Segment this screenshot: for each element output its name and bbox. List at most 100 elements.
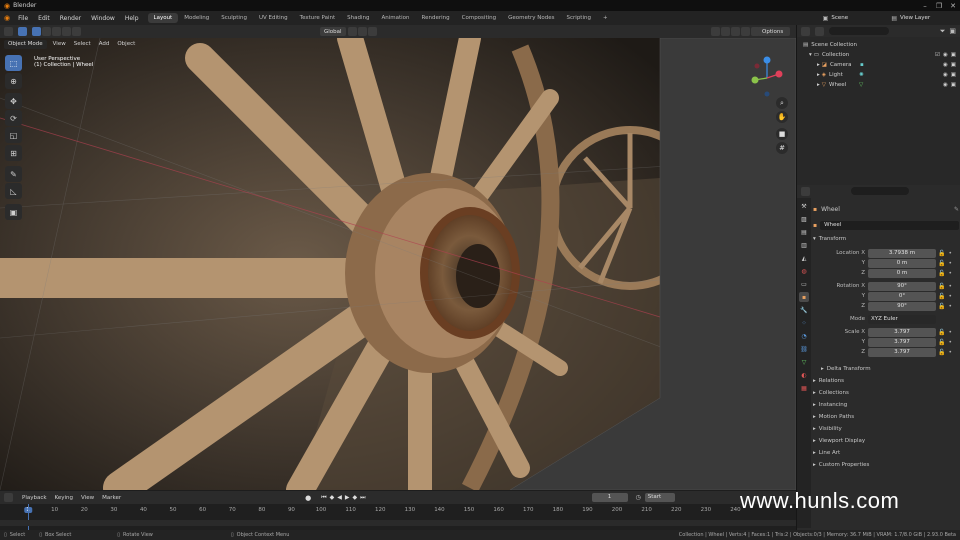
checkbox-icon[interactable]: ☑ bbox=[935, 52, 940, 58]
keyframe-dot-icon[interactable]: • bbox=[948, 250, 952, 257]
visibility-panel[interactable]: ▸ Visibility bbox=[813, 423, 959, 435]
navigation-gizmo[interactable] bbox=[745, 54, 785, 98]
rotation-x-field[interactable]: 90° bbox=[868, 281, 936, 291]
select-mode-new-icon[interactable] bbox=[32, 27, 41, 36]
eye-icon[interactable]: ◉ bbox=[943, 72, 948, 78]
instancing-panel[interactable]: ▸ Instancing bbox=[813, 399, 959, 411]
view-layer-tab-icon[interactable]: ▥ bbox=[799, 240, 809, 250]
tab-uv-editing[interactable]: UV Editing bbox=[253, 13, 294, 23]
keyframe-dot-icon[interactable]: • bbox=[948, 270, 952, 277]
pan-hand-icon[interactable]: ✋ bbox=[776, 111, 788, 123]
custom-properties-panel[interactable]: ▸ Custom Properties bbox=[813, 459, 959, 471]
current-frame-field[interactable]: 1 bbox=[591, 493, 628, 502]
collections-panel[interactable]: ▸ Collections bbox=[813, 387, 959, 399]
3d-viewport[interactable]: User Perspective (1) Collection | Wheel … bbox=[0, 38, 796, 490]
xray-icon[interactable] bbox=[741, 27, 750, 36]
properties-search-input[interactable] bbox=[851, 187, 909, 195]
tool-select-icon[interactable] bbox=[18, 27, 27, 36]
scale-tool-icon[interactable]: ◱ bbox=[5, 127, 22, 143]
keyframe-dot-icon[interactable]: • bbox=[948, 329, 952, 336]
jump-end-icon[interactable]: ⏭ bbox=[360, 494, 365, 502]
lock-icon[interactable]: 🔓 bbox=[938, 303, 945, 310]
particles-tab-icon[interactable]: ⁘ bbox=[799, 318, 809, 328]
timeline-scrollbar[interactable] bbox=[0, 520, 796, 526]
eye-icon[interactable]: ◉ bbox=[943, 52, 948, 58]
overlay-icon[interactable] bbox=[731, 27, 740, 36]
tool-tab-icon[interactable]: ⚒ bbox=[799, 201, 809, 211]
proportional-edit-icon[interactable] bbox=[367, 27, 377, 36]
location-z-field[interactable]: 0 m bbox=[868, 268, 936, 278]
line-art-panel[interactable]: ▸ Line Art bbox=[813, 447, 959, 459]
scale-x-field[interactable]: 3.797 bbox=[868, 327, 936, 337]
viewport-display-panel[interactable]: ▸ Viewport Display bbox=[813, 435, 959, 447]
scale-z-field[interactable]: 3.797 bbox=[868, 347, 936, 357]
close-icon[interactable]: ✕ bbox=[946, 2, 960, 10]
prev-keyframe-icon[interactable]: ◆ bbox=[330, 494, 335, 501]
material-tab-icon[interactable]: ◐ bbox=[799, 370, 809, 380]
lock-icon[interactable]: 🔓 bbox=[938, 270, 945, 277]
properties-editor-icon[interactable] bbox=[801, 186, 810, 196]
pivot-point-icon[interactable] bbox=[347, 27, 357, 36]
next-keyframe-icon[interactable]: ◆ bbox=[353, 494, 358, 501]
expand-arrow-icon[interactable]: ▸ bbox=[817, 82, 820, 88]
keyframe-dot-icon[interactable]: • bbox=[948, 339, 952, 346]
ortho-grid-icon[interactable]: # bbox=[776, 142, 788, 154]
expand-arrow-icon[interactable]: ▸ bbox=[817, 62, 820, 68]
tab-shading[interactable]: Shading bbox=[341, 13, 375, 23]
collection-tab-icon[interactable]: ▭ bbox=[799, 279, 809, 289]
frame-ruler[interactable]: 1102030405060708090100110120130140150160… bbox=[0, 504, 796, 515]
select-mode-subtract-icon[interactable] bbox=[52, 27, 61, 36]
tab-sculpting[interactable]: Sculpting bbox=[215, 13, 253, 23]
expand-arrow-icon[interactable]: ▸ bbox=[817, 72, 820, 78]
motion-paths-panel[interactable]: ▸ Motion Paths bbox=[813, 411, 959, 423]
transform-tool-icon[interactable]: ⊞ bbox=[5, 145, 22, 161]
record-icon[interactable]: ● bbox=[305, 494, 311, 502]
snap-icon[interactable] bbox=[357, 27, 367, 36]
editor-type-icon[interactable] bbox=[4, 27, 13, 36]
physics-tab-icon[interactable]: ◔ bbox=[799, 331, 809, 341]
keyframe-dot-icon[interactable]: • bbox=[948, 283, 952, 290]
scene-tab-icon[interactable]: ◭ bbox=[799, 253, 809, 263]
view-layer-selector[interactable]: View Layer bbox=[900, 15, 960, 21]
blender-menu-icon[interactable]: ◉ bbox=[4, 14, 10, 22]
transform-orientation-dropdown[interactable]: Global bbox=[320, 27, 346, 36]
timeline-menu-view[interactable]: View bbox=[77, 495, 98, 501]
play-icon[interactable]: ▶ bbox=[345, 494, 350, 501]
tab-layout[interactable]: Layout bbox=[147, 13, 179, 23]
object-name[interactable]: Wheel bbox=[821, 206, 954, 213]
tab-animation[interactable]: Animation bbox=[375, 13, 415, 23]
menu-help[interactable]: Help bbox=[120, 15, 144, 22]
outliner-editor-icon[interactable] bbox=[801, 26, 810, 36]
camera-render-icon[interactable]: ▣ bbox=[951, 62, 956, 68]
modifier-tab-icon[interactable]: 🔧 bbox=[799, 305, 809, 315]
play-reverse-icon[interactable]: ◀ bbox=[337, 494, 342, 501]
outliner-scene-collection[interactable]: ▤ Scene Collection bbox=[803, 40, 960, 50]
keyframe-dot-icon[interactable]: • bbox=[948, 293, 952, 300]
rotation-z-field[interactable]: 90° bbox=[868, 301, 936, 311]
outliner-item-wheel[interactable]: ▸ ▽ Wheel ▽ ◉ ▣ bbox=[803, 80, 960, 90]
lock-icon[interactable]: 🔓 bbox=[938, 329, 945, 336]
lock-icon[interactable]: 🔓 bbox=[938, 260, 945, 267]
tab-geometry-nodes[interactable]: Geometry Nodes bbox=[502, 13, 560, 23]
measure-tool-icon[interactable]: ◺ bbox=[5, 183, 22, 199]
keyframe-dot-icon[interactable]: • bbox=[948, 260, 952, 267]
keyframe-dot-icon[interactable]: • bbox=[948, 349, 952, 356]
lock-icon[interactable]: 🔓 bbox=[938, 339, 945, 346]
expand-arrow-icon[interactable]: ▾ bbox=[809, 52, 812, 58]
expand-arrow-icon[interactable]: ▾ bbox=[813, 236, 816, 242]
output-tab-icon[interactable]: ▤ bbox=[799, 227, 809, 237]
select-mode-extend-icon[interactable] bbox=[42, 27, 51, 36]
viewport-menu-view[interactable]: View bbox=[49, 41, 70, 47]
relations-panel[interactable]: ▸ Relations bbox=[813, 375, 959, 387]
select-mode-invert-icon[interactable] bbox=[62, 27, 71, 36]
new-collection-icon[interactable]: ▣ bbox=[949, 27, 956, 35]
menu-file[interactable]: File bbox=[13, 15, 33, 22]
delta-transform-panel[interactable]: ▸ Delta Transform bbox=[813, 363, 959, 375]
filter-icon[interactable]: ⏷ bbox=[940, 27, 946, 36]
display-mode-icon[interactable] bbox=[815, 26, 824, 36]
object-data-field[interactable]: Wheel bbox=[820, 220, 959, 230]
jump-start-icon[interactable]: ⏮ bbox=[321, 494, 326, 502]
rotation-y-field[interactable]: 0° bbox=[868, 291, 936, 301]
lock-icon[interactable]: 🔓 bbox=[938, 293, 945, 300]
maximize-icon[interactable]: ❐ bbox=[932, 2, 946, 10]
